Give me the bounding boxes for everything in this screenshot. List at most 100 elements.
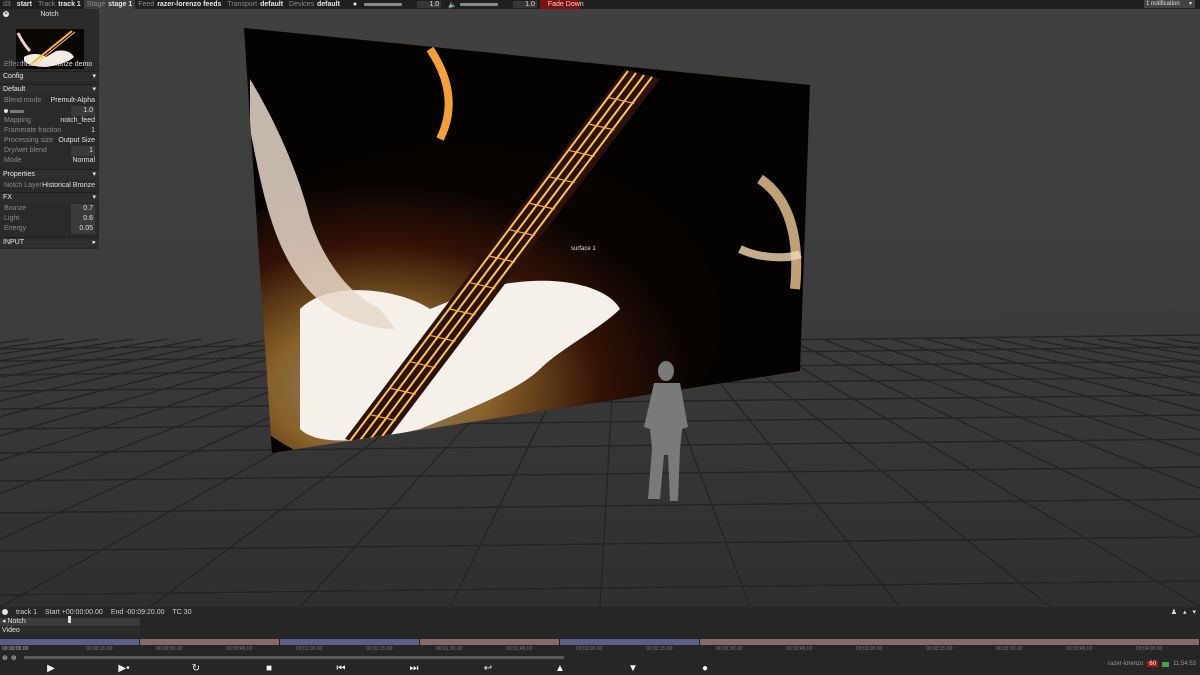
ruler-tick-label: 00:03:30.00: [996, 646, 1023, 652]
ruler-tick-label: 00:00:15.00: [86, 646, 113, 652]
brightness-value[interactable]: 1.0: [417, 1, 442, 8]
energy-row[interactable]: Energy 0.05: [0, 224, 99, 234]
loop-play-icon[interactable]: ↻: [189, 663, 203, 675]
ruler-tick-label: 00:00:30.00: [156, 646, 183, 652]
chevron-down-icon: ▾: [92, 86, 96, 93]
app-name: d3: [3, 1, 11, 8]
ruler-tick-label: 00:01:15.00: [366, 646, 393, 652]
properties-label: Properties: [3, 171, 35, 178]
processing-size-row[interactable]: Processing size Output Size: [0, 136, 99, 146]
down-arrow-icon[interactable]: ▼: [626, 663, 640, 675]
feed-selector[interactable]: Feed razer-lorenzo feeds: [135, 0, 224, 9]
light-label: Light: [4, 215, 20, 222]
chevron-up-icon[interactable]: ▴: [1183, 608, 1187, 616]
track-selector[interactable]: Track track 1: [35, 0, 84, 9]
devices-selector[interactable]: Devices default: [286, 0, 343, 9]
timeline-info-bar: track 1 Start +00:00:00.00 End -00:09:20…: [0, 607, 1200, 617]
ruler-tick-label: 00:02:15.00: [646, 646, 673, 652]
transport-selector[interactable]: Transport default: [224, 0, 286, 9]
clock: 11:54:53: [1173, 661, 1196, 667]
track-icon[interactable]: [2, 609, 8, 615]
chevron-right-icon: ▸: [92, 239, 96, 246]
fx-section-header[interactable]: FX ▾: [0, 192, 99, 202]
effect-row[interactable]: Effect historical bronze demo v6: [0, 60, 99, 78]
playhead-handle[interactable]: [68, 616, 71, 623]
dry-wet-row[interactable]: Dry/wet blend 1: [0, 146, 99, 156]
layer-chevron-icon: ◂: [2, 618, 6, 625]
feed-label: Feed: [138, 1, 155, 8]
notch-layer-row[interactable]: Notch Layer Historical Bronze: [0, 181, 99, 191]
chevron-down-icon: ▾: [92, 194, 96, 201]
play-icon[interactable]: ▶: [44, 663, 58, 675]
ruler-tick-label: 00:02:00.00: [576, 646, 603, 652]
mapping-row[interactable]: Mapping notch_feed: [0, 116, 99, 126]
panel-title: Notch: [40, 11, 59, 18]
previous-section-icon[interactable]: ⏮: [334, 663, 348, 675]
layer-notch-label: Notch: [7, 618, 26, 625]
close-icon[interactable]: ✕: [3, 11, 9, 17]
bronze-value[interactable]: 0.7: [71, 204, 95, 214]
transport-value: default: [260, 1, 284, 8]
notification-label: 1 notification: [1146, 1, 1180, 7]
energy-value[interactable]: 0.05: [71, 224, 95, 234]
fx-label: FX: [3, 194, 12, 201]
mode-value: Normal: [72, 157, 95, 164]
properties-section-header[interactable]: Properties ▾: [0, 169, 99, 179]
status-area: razer-lorenzo 60 11:54:53: [1108, 661, 1196, 667]
track-label: Track: [37, 1, 56, 8]
stage-value: stage 1: [108, 1, 133, 8]
input-section-header[interactable]: INPUT ▸: [0, 237, 99, 247]
config-label: Config: [3, 73, 24, 80]
stage-selector[interactable]: Stage stage 1: [83, 0, 136, 9]
fps-badge: 60: [1147, 661, 1159, 667]
volume-slider[interactable]: [459, 3, 498, 6]
next-section-icon[interactable]: ⏭: [407, 663, 421, 675]
record-icon[interactable]: ●: [698, 663, 712, 675]
opacity-value[interactable]: 1.0: [71, 106, 95, 116]
input-label: INPUT: [3, 239, 24, 246]
timeline-scrollbar[interactable]: [23, 656, 564, 659]
notch-layer-label: Notch Layer: [4, 182, 42, 189]
default-section-header[interactable]: Default ▾: [0, 84, 99, 94]
framerate-label: Framerate fraction: [4, 127, 62, 134]
top-bar: d3 start Track track 1 Stage stage 1 Fee…: [0, 0, 1200, 9]
fade-down-button[interactable]: Fade Down: [539, 0, 584, 9]
status-ok-icon: [1162, 661, 1170, 667]
dry-wet-value[interactable]: 1: [71, 146, 95, 156]
surface-label: surface 1: [571, 246, 596, 252]
layer-video[interactable]: Video: [0, 616, 140, 635]
chevron-down-icon: ▾: [92, 73, 96, 80]
machine-name: razer-lorenzo: [1108, 661, 1144, 667]
zoom-bar: ⊕ ⊕: [0, 653, 1200, 662]
notch-editor-panel: ✕ Notch Effect historical bronze demo v6…: [0, 9, 99, 249]
config-section-header[interactable]: Config ▾: [0, 71, 99, 81]
bronze-row[interactable]: Bronze 0.7: [0, 204, 99, 214]
up-arrow-icon[interactable]: ▲: [553, 663, 567, 675]
default-label: Default: [3, 86, 26, 93]
mode-row[interactable]: Mode Normal: [0, 156, 99, 166]
3d-viewport[interactable]: surface 1: [0, 9, 1200, 607]
brightness-slider[interactable]: [364, 3, 403, 6]
stop-icon[interactable]: ■: [262, 663, 276, 675]
opacity-row[interactable]: 1.0: [0, 106, 99, 116]
stage-floor-grid: [0, 28, 1200, 607]
zoom-in-icon[interactable]: ⊕: [11, 654, 17, 662]
start-button[interactable]: start: [17, 1, 32, 8]
volume-value[interactable]: 1.0: [512, 1, 537, 8]
chevron-down-icon[interactable]: ▾: [1192, 608, 1196, 616]
framerate-row[interactable]: Framerate fraction 1: [0, 126, 99, 136]
blend-mode-row[interactable]: Blend mode Premult-Alpha: [0, 96, 99, 106]
chevron-down-icon: ▾: [92, 171, 96, 178]
devices-value: default: [316, 1, 340, 8]
return-icon[interactable]: ↩: [481, 663, 495, 675]
light-row[interactable]: Light 0.6: [0, 214, 99, 224]
play-to-end-icon[interactable]: ▶•: [117, 663, 131, 675]
notch-layer-value: Historical Bronze: [42, 182, 95, 189]
notification-button[interactable]: 1 notification ▾: [1144, 0, 1195, 8]
person-icon[interactable]: ♟: [1171, 608, 1177, 616]
zoom-out-icon[interactable]: ⊕: [2, 654, 8, 662]
energy-label: Energy: [4, 225, 27, 232]
opacity-slider[interactable]: [4, 106, 24, 116]
light-value[interactable]: 0.6: [71, 214, 95, 224]
timeline-track-name: track 1: [16, 608, 38, 616]
